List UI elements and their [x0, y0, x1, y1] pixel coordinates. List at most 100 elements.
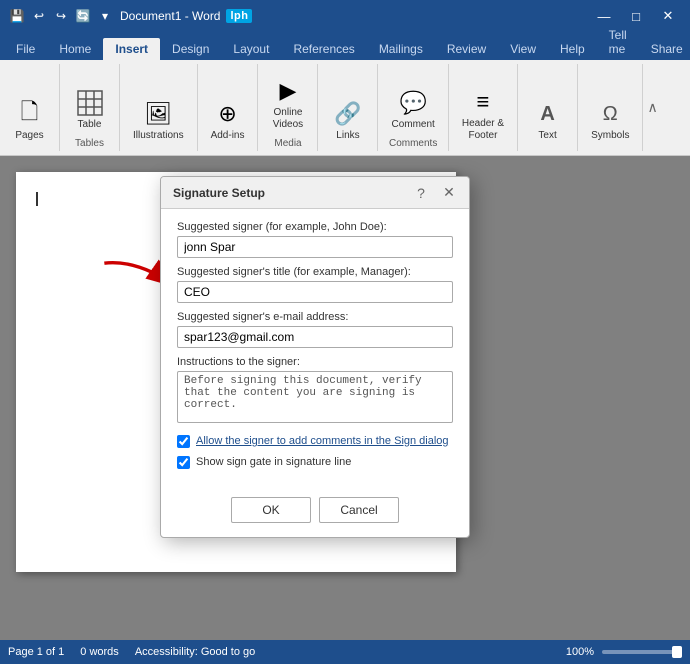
- online-videos-label: OnlineVideos: [273, 107, 303, 131]
- pages-label: Pages: [15, 130, 43, 142]
- tab-file[interactable]: File: [4, 38, 47, 60]
- links-items: 🔗 Links: [327, 64, 369, 149]
- tab-share[interactable]: Share: [639, 38, 690, 60]
- dialog-footer: OK Cancel: [161, 489, 469, 537]
- dropdown-icon[interactable]: ▾: [96, 7, 114, 25]
- signer-input[interactable]: [177, 236, 453, 258]
- addins-icon: ⊕: [212, 98, 244, 130]
- app-title: Document1 - Word: [120, 9, 220, 23]
- allow-comments-checkbox[interactable]: [177, 435, 190, 448]
- illustrations-items: 🖼 Illustrations: [128, 64, 189, 149]
- email-label: Suggested signer's e-mail address:: [177, 311, 453, 323]
- titlebar-left: 💾 ↩ ↪ 🔄 ▾ Document1 - Word lph: [8, 7, 252, 25]
- pages-items: 🗋 Pages: [9, 64, 51, 149]
- close-button[interactable]: ✕: [654, 5, 682, 27]
- checkbox-row-2: Show sign gate in signature line: [177, 455, 453, 470]
- online-videos-button[interactable]: ▶ OnlineVideos: [267, 72, 309, 134]
- tab-help[interactable]: Help: [548, 38, 597, 60]
- refresh-icon[interactable]: 🔄: [74, 7, 92, 25]
- show-sign-date-checkbox[interactable]: [177, 456, 190, 469]
- tab-home[interactable]: Home: [47, 38, 103, 60]
- instructions-label: Instructions to the signer:: [177, 356, 453, 368]
- redo-icon[interactable]: ↪: [52, 7, 70, 25]
- allow-comments-label[interactable]: Allow the signer to add comments in the …: [196, 434, 449, 449]
- dialog-titlebar: Signature Setup ? ✕: [161, 177, 469, 209]
- symbols-label: Symbols: [591, 130, 629, 142]
- media-items: ▶ OnlineVideos: [267, 64, 309, 138]
- text-button[interactable]: A Text: [527, 95, 569, 145]
- headerfooter-items: ≡ Header &Footer: [457, 64, 509, 149]
- tab-review[interactable]: Review: [435, 38, 498, 60]
- dialog-close-button[interactable]: ✕: [437, 181, 461, 205]
- ribbon-tabs: File Home Insert Design Layout Reference…: [0, 32, 690, 60]
- word-count: 0 words: [80, 646, 119, 658]
- ribbon-group-tables: Table Tables: [60, 64, 120, 151]
- headerfooter-button[interactable]: ≡ Header &Footer: [457, 83, 509, 145]
- tab-design[interactable]: Design: [160, 38, 221, 60]
- tab-tellme[interactable]: Tell me: [597, 24, 639, 60]
- dialog-help-button[interactable]: ?: [409, 181, 433, 205]
- dialog-title: Signature Setup: [173, 186, 265, 200]
- ribbon-collapse-button[interactable]: ∧: [643, 64, 661, 151]
- save-icon[interactable]: 💾: [8, 7, 26, 25]
- table-label: Table: [78, 119, 102, 131]
- signer-label: Suggested signer (for example, John Doe)…: [177, 221, 453, 233]
- tab-references[interactable]: References: [281, 38, 366, 60]
- ribbon-group-symbols: Ω Symbols: [578, 64, 643, 151]
- online-videos-icon: ▶: [272, 75, 304, 107]
- tab-layout[interactable]: Layout: [221, 38, 281, 60]
- statusbar: Page 1 of 1 0 words Accessibility: Good …: [0, 640, 690, 664]
- tables-items: Table: [69, 64, 111, 138]
- links-button[interactable]: 🔗 Links: [327, 95, 369, 145]
- email-input[interactable]: [177, 326, 453, 348]
- illustrations-icon: 🖼: [142, 98, 174, 130]
- ribbon: 🗋 Pages Table Tables: [0, 60, 690, 156]
- title-input[interactable]: [177, 281, 453, 303]
- table-button[interactable]: Table: [69, 84, 111, 134]
- comments-items: 💬 Comment: [386, 64, 439, 138]
- ribbon-group-comments: 💬 Comment Comments: [378, 64, 448, 151]
- page-info: Page 1 of 1: [8, 646, 64, 658]
- cancel-button[interactable]: Cancel: [319, 497, 399, 523]
- tab-view[interactable]: View: [498, 38, 548, 60]
- ribbon-group-text: A Text: [518, 64, 578, 151]
- ribbon-group-media: ▶ OnlineVideos Media: [258, 64, 318, 151]
- dialog-body: Suggested signer (for example, John Doe)…: [161, 209, 469, 489]
- illustrations-button[interactable]: 🖼 Illustrations: [128, 95, 189, 145]
- addins-button[interactable]: ⊕ Add-ins: [206, 95, 250, 145]
- comment-button[interactable]: 💬 Comment: [386, 84, 439, 134]
- symbols-items: Ω Symbols: [586, 64, 634, 149]
- symbols-button[interactable]: Ω Symbols: [586, 95, 634, 145]
- text-items: A Text: [527, 64, 569, 149]
- statusbar-right: 100%: [566, 646, 682, 658]
- ok-button[interactable]: OK: [231, 497, 311, 523]
- links-label: Links: [336, 130, 359, 142]
- show-sign-date-label[interactable]: Show sign gate in signature line: [196, 455, 351, 470]
- table-icon: [74, 87, 106, 119]
- tab-insert[interactable]: Insert: [103, 38, 160, 60]
- checkbox-row-1: Allow the signer to add comments in the …: [177, 434, 453, 449]
- zoom-slider[interactable]: [602, 650, 682, 654]
- dialog-title-buttons: ? ✕: [409, 181, 461, 205]
- ribbon-group-illustrations: 🖼 Illustrations: [120, 64, 198, 151]
- quick-access-toolbar: 💾 ↩ ↪ 🔄 ▾: [8, 7, 114, 25]
- zoom-thumb: [672, 646, 682, 658]
- ribbon-group-pages: 🗋 Pages: [0, 64, 60, 151]
- ribbon-group-addins: ⊕ Add-ins: [198, 64, 259, 151]
- tab-mailings[interactable]: Mailings: [367, 38, 435, 60]
- text-icon: A: [532, 98, 564, 130]
- undo-icon[interactable]: ↩: [30, 7, 48, 25]
- comments-group-label: Comments: [389, 138, 437, 151]
- pages-icon: 🗋: [14, 98, 46, 130]
- zoom-level: 100%: [566, 646, 594, 658]
- ribbon-group-headerfooter: ≡ Header &Footer: [449, 64, 518, 151]
- ribbon-group-links: 🔗 Links: [318, 64, 378, 151]
- instructions-textarea[interactable]: Before signing this document, verify tha…: [177, 371, 453, 423]
- accessibility-status: Accessibility: Good to go: [135, 646, 255, 658]
- symbols-icon: Ω: [594, 98, 626, 130]
- titlebar: 💾 ↩ ↪ 🔄 ▾ Document1 - Word lph — □ ✕: [0, 0, 690, 32]
- pages-button[interactable]: 🗋 Pages: [9, 95, 51, 145]
- comment-label: Comment: [391, 119, 434, 131]
- addins-label: Add-ins: [211, 130, 245, 142]
- document-area: Signature Setup ? ✕ Suggested signer (fo…: [0, 156, 690, 640]
